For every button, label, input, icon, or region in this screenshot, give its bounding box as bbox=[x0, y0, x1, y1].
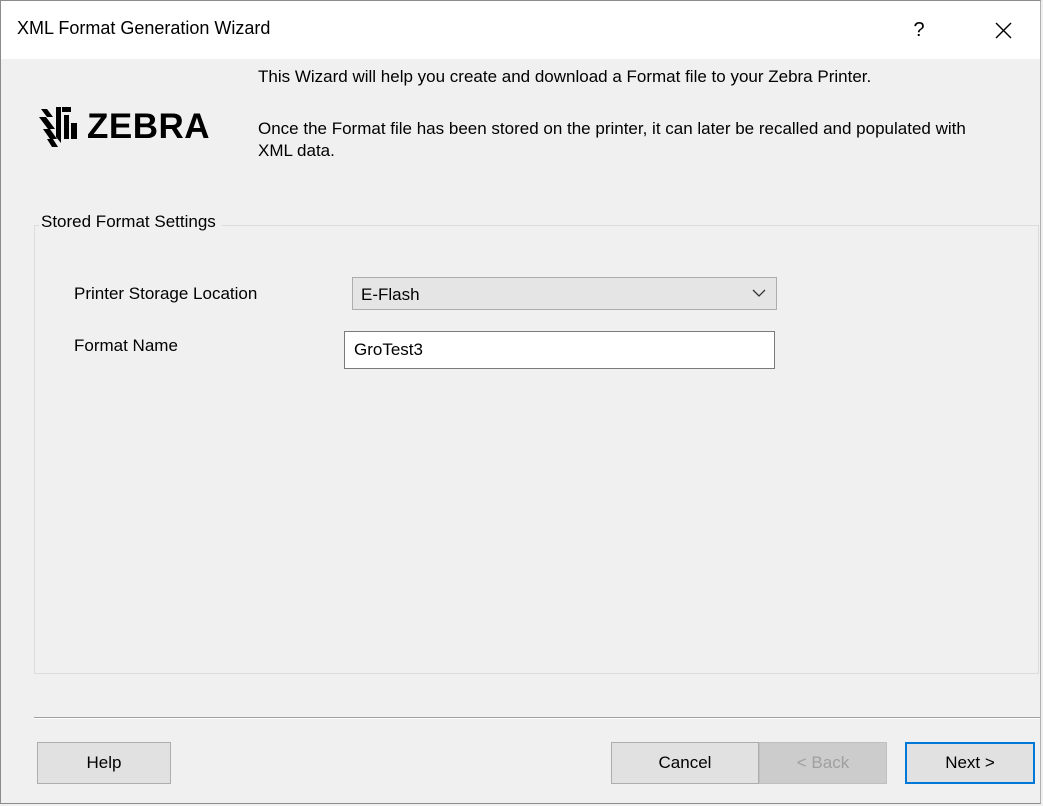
separator bbox=[34, 717, 1040, 719]
title-bar: XML Format Generation Wizard ? bbox=[1, 1, 1040, 59]
logo-text: ZEBRA bbox=[87, 107, 211, 146]
zebra-logo: ZEBRA bbox=[37, 103, 227, 151]
back-button[interactable]: < Back bbox=[759, 742, 887, 784]
zebra-logo-icon bbox=[39, 107, 77, 147]
window-title: XML Format Generation Wizard bbox=[17, 18, 271, 38]
wizard-window: XML Format Generation Wizard ? ZEBRA Thi… bbox=[0, 0, 1041, 804]
storage-location-value: E-Flash bbox=[361, 285, 420, 304]
close-icon[interactable] bbox=[983, 11, 1023, 49]
intro-text-1: This Wizard will help you create and dow… bbox=[258, 67, 872, 86]
next-button[interactable]: Next > bbox=[905, 742, 1035, 784]
format-name-label: Format Name bbox=[74, 336, 178, 355]
chevron-down-icon bbox=[752, 289, 766, 297]
intro-text-2: Once the Format file has been stored on … bbox=[258, 119, 966, 160]
storage-location-select[interactable]: E-Flash bbox=[352, 277, 777, 310]
help-button[interactable]: Help bbox=[37, 742, 171, 784]
help-icon[interactable]: ? bbox=[899, 11, 939, 49]
cancel-button[interactable]: Cancel bbox=[611, 742, 759, 784]
format-name-input[interactable] bbox=[344, 331, 775, 369]
storage-location-label: Printer Storage Location bbox=[74, 284, 258, 303]
group-title: Stored Format Settings bbox=[39, 212, 222, 232]
